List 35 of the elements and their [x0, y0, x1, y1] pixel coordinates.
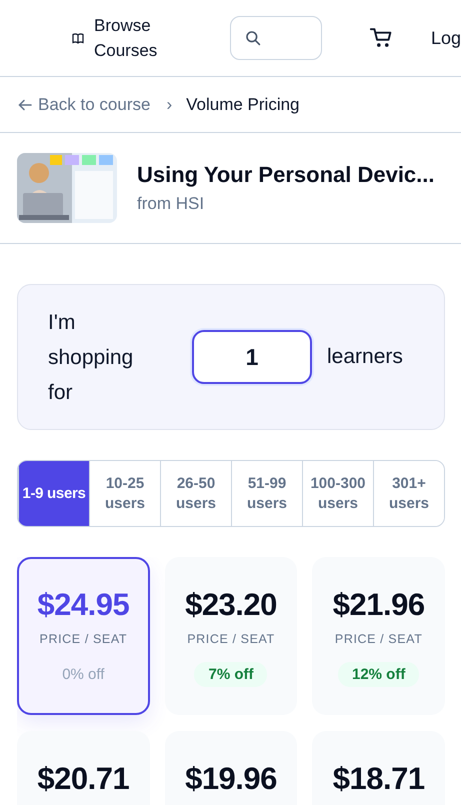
book-icon — [72, 32, 84, 44]
price-card[interactable]: $18.71 — [312, 731, 445, 805]
price-amount: $23.20 — [185, 587, 277, 623]
course-provider: from HSI — [137, 194, 206, 214]
price-card[interactable]: $24.95 PRICE / SEAT 0% off — [17, 557, 150, 715]
search-field[interactable] — [230, 16, 322, 60]
quantity-prefix: I'm shopping for — [48, 310, 134, 406]
price-amount: $18.71 — [332, 761, 425, 797]
price-amount: $24.95 — [37, 587, 130, 623]
course-title: Using Your Personal Devic... — [137, 162, 435, 188]
cart-icon[interactable] — [370, 26, 393, 50]
search-icon — [245, 28, 261, 48]
tier-tab[interactable]: 1-9 users — [18, 461, 89, 526]
price-card[interactable]: $20.71 — [17, 731, 150, 805]
price-card[interactable]: $23.20 PRICE / SEAT 7% off — [164, 557, 298, 715]
learners-field[interactable]: 1 — [192, 330, 312, 384]
quantity-suffix: learners — [327, 345, 403, 369]
breadcrumb-current: Volume Pricing — [186, 94, 300, 114]
price-unit: PRICE / SEAT — [187, 632, 275, 646]
breadcrumb-separator: › — [166, 94, 172, 114]
arrow-left-icon — [18, 98, 32, 110]
price-unit: PRICE / SEAT — [40, 632, 128, 646]
price-card[interactable]: $21.96 PRICE / SEAT 12% off — [312, 557, 445, 715]
price-card[interactable]: $19.96 — [164, 731, 298, 805]
tier-tab[interactable]: 301+ users — [373, 461, 444, 526]
price-amount: $20.71 — [37, 761, 130, 797]
browse-courses-button[interactable]: Browse Courses — [72, 13, 170, 63]
price-amount: $19.96 — [185, 761, 277, 797]
discount-label: 12% off — [338, 662, 420, 687]
discount-label: 0% off — [61, 665, 106, 685]
price-amount: $21.96 — [332, 587, 425, 623]
back-link[interactable]: Back to course — [18, 94, 150, 114]
price-unit: PRICE / SEAT — [334, 632, 422, 646]
discount-label: 7% off — [194, 662, 268, 687]
login-link[interactable]: Log — [430, 28, 461, 48]
